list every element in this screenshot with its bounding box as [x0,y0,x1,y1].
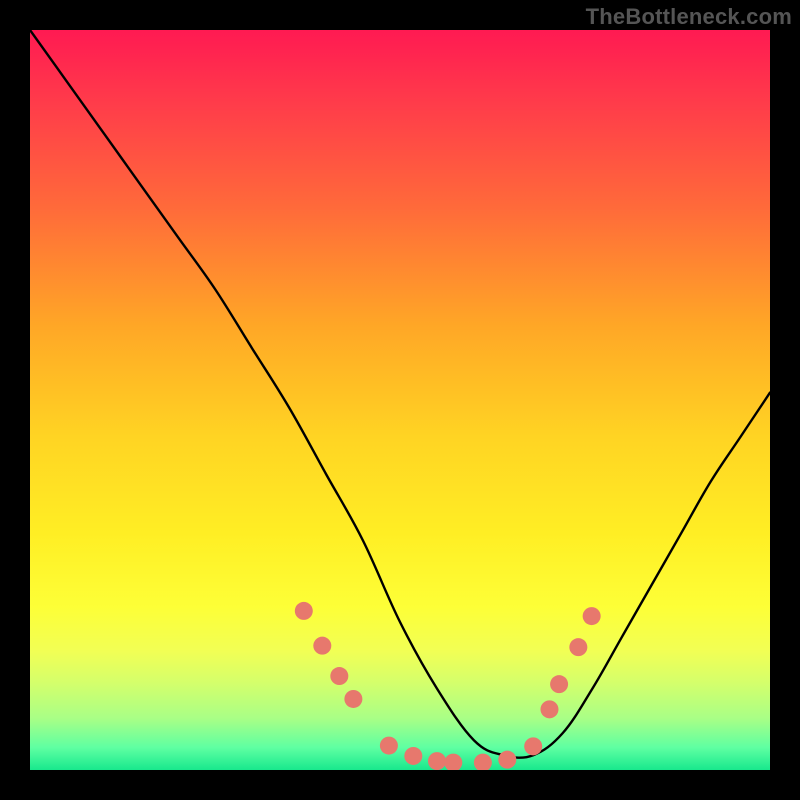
chart-marker [380,737,398,755]
chart-marker [428,752,446,770]
chart-marker [295,602,313,620]
chart-marker [550,675,568,693]
chart-marker [344,690,362,708]
chart-marker [474,754,492,770]
chart-marker [583,607,601,625]
chart-marker [524,737,542,755]
watermark-text: TheBottleneck.com [586,4,792,30]
chart-marker [444,754,462,770]
chart-markers [295,602,601,770]
chart-marker [313,637,331,655]
chart-marker [498,751,516,769]
chart-svg-layer [30,30,770,770]
chart-marker [404,747,422,765]
chart-marker [569,638,587,656]
chart-curve [30,30,770,758]
chart-marker [330,667,348,685]
chart-marker [540,700,558,718]
chart-plot-area [30,30,770,770]
